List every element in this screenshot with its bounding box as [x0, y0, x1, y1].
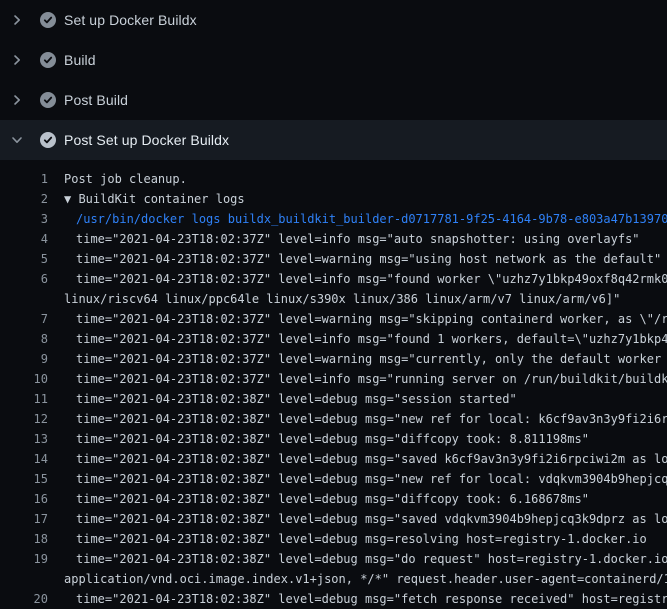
section-row-build[interactable]: Build	[0, 40, 667, 80]
log-line-number[interactable]: 15	[0, 469, 48, 489]
log-line-continuation: linux/riscv64 linux/ppc64le linux/s390x …	[0, 289, 667, 309]
log-line: 12 time="2021-04-23T18:02:38Z" level=debu…	[0, 409, 667, 429]
log-line-number[interactable]: 14	[0, 449, 48, 469]
log-line-text: time="2021-04-23T18:02:37Z" level=warnin…	[76, 249, 661, 269]
chevron-down-icon	[9, 132, 25, 148]
log-line-number[interactable]: 10	[0, 369, 48, 389]
log-line-number[interactable]: 19	[0, 549, 48, 569]
log-line-text: time="2021-04-23T18:02:38Z" level=debug …	[76, 389, 517, 409]
log-line-number[interactable]: 4	[0, 229, 48, 249]
log-line-text: time="2021-04-23T18:02:38Z" level=debug …	[76, 449, 667, 469]
log-line-text: time="2021-04-23T18:02:37Z" level=info m…	[76, 329, 667, 349]
log-line: 19 time="2021-04-23T18:02:38Z" level=debu…	[0, 549, 667, 569]
log-line-number[interactable]: 8	[0, 329, 48, 349]
log-line-text: Post job cleanup.	[64, 169, 187, 189]
collapse-triangle-icon[interactable]: ▼	[64, 192, 78, 206]
log-line-text: linux/riscv64 linux/ppc64le linux/s390x …	[64, 289, 620, 309]
section-label: Post Build	[64, 92, 128, 108]
log-line: 17 time="2021-04-23T18:02:38Z" level=debu…	[0, 509, 667, 529]
log-line-text: time="2021-04-23T18:02:37Z" level=info m…	[76, 369, 667, 389]
log-line-number[interactable]: 13	[0, 429, 48, 449]
chevron-right-icon	[9, 12, 25, 28]
log-line: 1 Post job cleanup.	[0, 169, 667, 189]
log-line: 13 time="2021-04-23T18:02:38Z" level=debu…	[0, 429, 667, 449]
log-line: 10 time="2021-04-23T18:02:37Z" level=info…	[0, 369, 667, 389]
log-line-text: time="2021-04-23T18:02:38Z" level=debug …	[76, 469, 667, 489]
chevron-right-icon	[9, 92, 25, 108]
log-line: 18 time="2021-04-23T18:02:38Z" level=debu…	[0, 529, 667, 549]
log-line: 8 time="2021-04-23T18:02:37Z" level=info …	[0, 329, 667, 349]
check-circle-icon	[40, 52, 56, 68]
log-line-text: time="2021-04-23T18:02:37Z" level=info m…	[76, 229, 640, 249]
check-circle-icon	[40, 92, 56, 108]
section-label: Post Set up Docker Buildx	[64, 132, 229, 148]
log-line-continuation: application/vnd.oci.image.index.v1+json,…	[0, 569, 667, 589]
log-line-number[interactable]: 3	[0, 209, 48, 229]
log-line-text: time="2021-04-23T18:02:37Z" level=warnin…	[76, 309, 667, 329]
log-line: 11 time="2021-04-23T18:02:38Z" level=debu…	[0, 389, 667, 409]
log-line-text: time="2021-04-23T18:02:38Z" level=debug …	[76, 429, 589, 449]
log-line-number[interactable]: 20	[0, 589, 48, 609]
log-line-text: time="2021-04-23T18:02:38Z" level=debug …	[76, 589, 667, 609]
log-line-text: time="2021-04-23T18:02:38Z" level=debug …	[76, 529, 647, 549]
log-line: 20 time="2021-04-23T18:02:38Z" level=debu…	[0, 589, 667, 609]
log-line: 15 time="2021-04-23T18:02:38Z" level=debu…	[0, 469, 667, 489]
log-line-number[interactable]: 5	[0, 249, 48, 269]
log-line-number[interactable]: 2	[0, 189, 48, 209]
section-row-post-build[interactable]: Post Build	[0, 80, 667, 120]
log-line: 16 time="2021-04-23T18:02:38Z" level=debu…	[0, 489, 667, 509]
log-line-number[interactable]: 7	[0, 309, 48, 329]
chevron-right-icon	[9, 52, 25, 68]
log-line: 3/usr/bin/docker logs buildx_buildkit_bu…	[0, 209, 667, 229]
log-line-text: time="2021-04-23T18:02:38Z" level=debug …	[76, 409, 667, 429]
log-line-number[interactable]: 18	[0, 529, 48, 549]
log-line-number[interactable]: 16	[0, 489, 48, 509]
log-line: 4 time="2021-04-23T18:02:37Z" level=info …	[0, 229, 667, 249]
log-line-text: time="2021-04-23T18:02:38Z" level=debug …	[76, 549, 667, 569]
log-line-text: time="2021-04-23T18:02:38Z" level=debug …	[76, 509, 667, 529]
section-row-post-set-up-docker-buildx[interactable]: Post Set up Docker Buildx	[0, 120, 667, 160]
check-circle-icon	[40, 132, 56, 148]
log-line: 5 time="2021-04-23T18:02:37Z" level=warni…	[0, 249, 667, 269]
section-row-set-up-docker-buildx[interactable]: Set up Docker Buildx	[0, 0, 667, 40]
log-line-text: application/vnd.oci.image.index.v1+json,…	[64, 569, 667, 589]
log-line-text: time="2021-04-23T18:02:37Z" level=info m…	[76, 269, 667, 289]
log-line: 14 time="2021-04-23T18:02:38Z" level=debu…	[0, 449, 667, 469]
log-line: 9 time="2021-04-23T18:02:37Z" level=warni…	[0, 349, 667, 369]
section-label: Set up Docker Buildx	[64, 12, 197, 28]
log-line-number[interactable]: 1	[0, 169, 48, 189]
log-line-number[interactable]: 9	[0, 349, 48, 369]
log-line-text: time="2021-04-23T18:02:37Z" level=warnin…	[76, 349, 667, 369]
check-circle-icon	[40, 12, 56, 28]
log-pane: 1 Post job cleanup. 2 ▼ BuildKit container …	[0, 160, 667, 609]
log-command-text: /usr/bin/docker logs buildx_buildkit_bui…	[76, 209, 667, 229]
log-line: 7 time="2021-04-23T18:02:37Z" level=warni…	[0, 309, 667, 329]
log-line: 2 ▼ BuildKit container logs	[0, 189, 667, 209]
section-label: Build	[64, 52, 96, 68]
log-line: 6 time="2021-04-23T18:02:37Z" level=info …	[0, 269, 667, 289]
log-line-text: ▼ BuildKit container logs	[64, 189, 245, 209]
log-line-number[interactable]: 6	[0, 269, 48, 289]
log-line-number[interactable]: 11	[0, 389, 48, 409]
log-line-number[interactable]: 17	[0, 509, 48, 529]
log-line-text: time="2021-04-23T18:02:38Z" level=debug …	[76, 489, 589, 509]
log-line-number[interactable]: 12	[0, 409, 48, 429]
